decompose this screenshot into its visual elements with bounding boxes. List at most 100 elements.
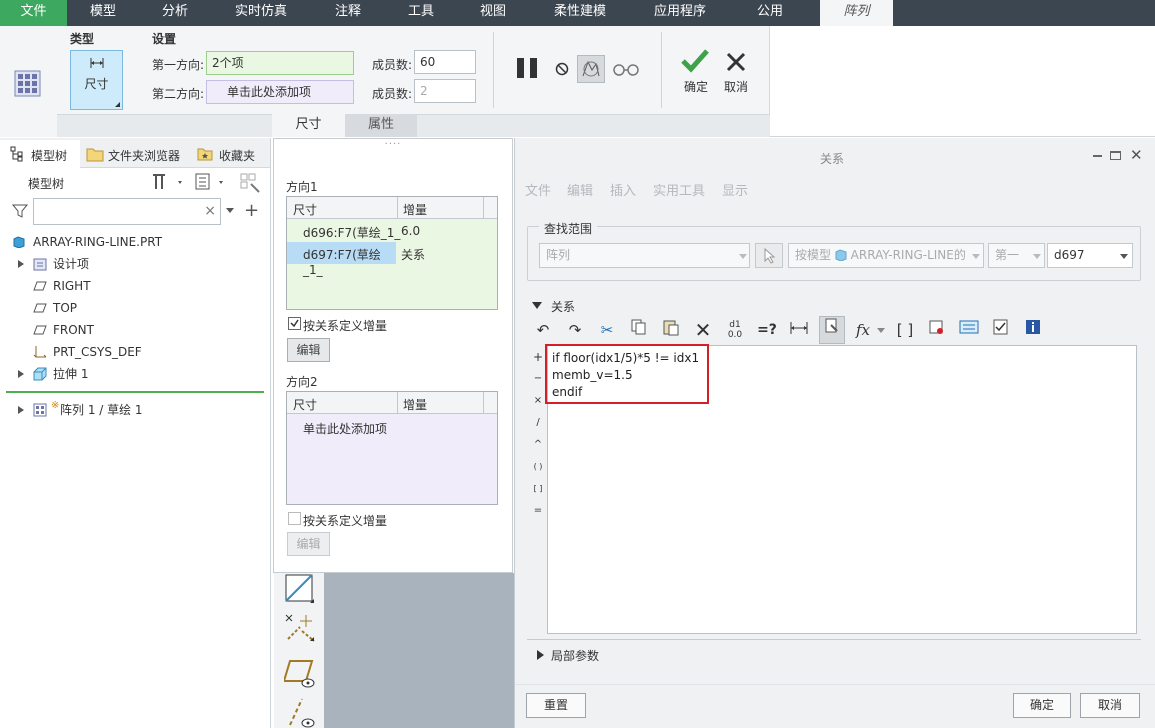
menu-analysis[interactable]: 分析 <box>152 0 198 26</box>
first-dropdown-icon[interactable] <box>1033 254 1041 259</box>
reset-button[interactable]: 重置 <box>526 693 586 718</box>
operator-multiply[interactable]: × <box>531 390 545 412</box>
members2-input[interactable]: 2 <box>414 79 476 103</box>
table-row-increment-cell[interactable]: 关系 <box>397 242 496 264</box>
tab-favorites[interactable]: 收藏夹 <box>195 140 270 168</box>
axis-display-icon[interactable] <box>284 611 318 648</box>
expand-icon[interactable] <box>18 370 24 378</box>
dir1-collector[interactable]: 2个项 <box>206 51 354 75</box>
tree-columns-icon[interactable] <box>193 171 229 196</box>
add-filter-icon[interactable]: + <box>244 200 259 221</box>
redo-icon[interactable]: ↷ <box>563 318 587 342</box>
collapse-icon[interactable] <box>532 302 542 309</box>
dir2-collector[interactable]: 单击此处添加项 <box>206 80 354 104</box>
search-dropdown-icon[interactable] <box>226 208 234 213</box>
tree-item-csys[interactable]: PRT_CSYS_DEF <box>0 341 270 363</box>
csys-display-icon[interactable] <box>284 695 318 728</box>
cut-icon[interactable]: ✂ <box>595 318 619 342</box>
dialog-menu-insert[interactable]: 插入 <box>610 180 650 199</box>
function-icon[interactable]: fx <box>851 318 875 342</box>
plane-display-icon[interactable] <box>284 573 318 610</box>
operator-minus[interactable]: − <box>531 368 545 390</box>
delete-icon[interactable]: ✕ <box>691 318 715 342</box>
parameter-icon[interactable] <box>925 318 949 342</box>
point-display-icon[interactable] <box>282 657 318 694</box>
row-increment[interactable]: 关系 <box>401 246 425 263</box>
param-dropdown-icon[interactable] <box>1120 254 1128 259</box>
menu-view[interactable]: 视图 <box>470 0 516 26</box>
verify-geometry-icon[interactable] <box>577 55 605 83</box>
copy-icon[interactable] <box>627 318 651 342</box>
minimize-icon[interactable] <box>1093 155 1102 157</box>
glasses-icon[interactable] <box>612 61 640 80</box>
by-model-combo[interactable]: 按模型 ARRAY-RING-LINE的 <box>788 243 984 268</box>
filter-icon[interactable] <box>11 203 29 222</box>
dialog-cancel-button[interactable]: 取消 <box>1080 693 1140 718</box>
edit-relation-button-2[interactable]: 编辑 <box>287 532 330 556</box>
units-icon[interactable] <box>957 318 981 342</box>
verify-icon[interactable] <box>989 318 1013 342</box>
code-block[interactable]: if floor(idx1/5)*5 != idx1 memb_v=1.5 en… <box>552 350 699 401</box>
info-icon[interactable] <box>1021 318 1045 342</box>
menu-realtime-simulation[interactable]: 实时仿真 <box>228 0 294 26</box>
no-preview-icon[interactable] <box>555 62 569 79</box>
row-increment[interactable]: 6.0 <box>401 224 420 238</box>
expand-icon[interactable] <box>18 260 24 268</box>
tree-filter-display-icon[interactable] <box>238 171 264 196</box>
numeric-toggle-icon[interactable]: d1 0.0 <box>723 318 747 342</box>
subtab-properties[interactable]: 属性 <box>345 114 417 137</box>
function-dropdown-icon[interactable] <box>877 328 885 333</box>
maximize-icon[interactable] <box>1110 151 1121 160</box>
operator-divide[interactable]: / <box>531 412 545 434</box>
tab-model-tree[interactable]: 模型树 <box>0 140 80 168</box>
operator-equals[interactable]: = <box>531 500 545 522</box>
tree-item-right[interactable]: RIGHT <box>0 275 270 297</box>
pause-icon[interactable] <box>515 57 541 82</box>
evaluate-icon[interactable]: =? <box>755 318 779 342</box>
menu-applications[interactable]: 应用程序 <box>645 0 715 26</box>
undo-icon[interactable]: ↶ <box>531 318 555 342</box>
menu-tools[interactable]: 工具 <box>398 0 444 26</box>
tree-item-pattern[interactable]: ※ 阵列 1 / 草绘 1 <box>0 399 270 421</box>
relation-increment-checkbox-1[interactable] <box>288 317 301 330</box>
ok-button[interactable]: 确定 <box>676 46 716 98</box>
clear-search-icon[interactable]: × <box>204 203 216 219</box>
local-params-label[interactable]: 局部参数 <box>551 647 599 664</box>
dialog-menu-file[interactable]: 文件 <box>525 180 565 199</box>
insert-indicator[interactable] <box>6 391 264 393</box>
dimension-type-button[interactable]: 尺寸 <box>70 50 123 110</box>
paste-icon[interactable] <box>659 318 683 342</box>
select-arrow-button[interactable] <box>755 243 783 268</box>
operator-plus[interactable]: + <box>531 346 545 368</box>
panel-grip-icon[interactable]: ···· <box>382 139 404 150</box>
by-model-dropdown-icon[interactable] <box>972 254 980 259</box>
scope-combo[interactable]: 阵列 <box>539 243 750 268</box>
relations-editor[interactable]: if floor(idx1/5)*5 != idx1 memb_v=1.5 en… <box>545 344 1137 634</box>
tree-search-input[interactable]: × <box>33 198 221 225</box>
table-row[interactable]: d696:F7(草绘_1_ 6.0 <box>287 220 496 242</box>
tree-root[interactable]: ARRAY-RING-LINE.PRT <box>0 231 270 253</box>
operator-parens[interactable]: ( ) <box>531 456 545 478</box>
edit-relation-button-1[interactable]: 编辑 <box>287 338 330 362</box>
dialog-ok-button[interactable]: 确定 <box>1013 693 1071 718</box>
operator-power[interactable]: ^ <box>531 434 545 456</box>
relation-increment-checkbox-2[interactable] <box>288 512 301 525</box>
tree-item-front[interactable]: FRONT <box>0 319 270 341</box>
expand-icon[interactable] <box>18 406 24 414</box>
tree-item-top[interactable]: TOP <box>0 297 270 319</box>
expand-local-params-icon[interactable] <box>537 650 544 660</box>
tab-folder-browser[interactable]: 文件夹浏览器 <box>84 140 188 168</box>
table-row-selected[interactable]: d697:F7(草绘_1_ <box>287 242 396 277</box>
tab-pattern[interactable]: 阵列 <box>820 0 893 26</box>
tree-item-design-items[interactable]: 设计项 <box>0 253 270 275</box>
scope-dropdown-icon[interactable] <box>739 254 747 259</box>
close-icon[interactable]: ✕ <box>1130 146 1143 164</box>
dialog-menu-edit[interactable]: 编辑 <box>567 180 607 199</box>
menu-flexible-modeling[interactable]: 柔性建模 <box>545 0 615 26</box>
brackets-icon[interactable]: [ ] <box>893 318 917 342</box>
sort-relations-icon[interactable] <box>819 316 845 344</box>
subtab-dimensions[interactable]: 尺寸 <box>272 114 345 137</box>
tree-settings-icon[interactable] <box>150 171 186 196</box>
dimension-value-icon[interactable] <box>787 318 811 342</box>
cancel-button[interactable]: 取消 <box>718 46 754 98</box>
